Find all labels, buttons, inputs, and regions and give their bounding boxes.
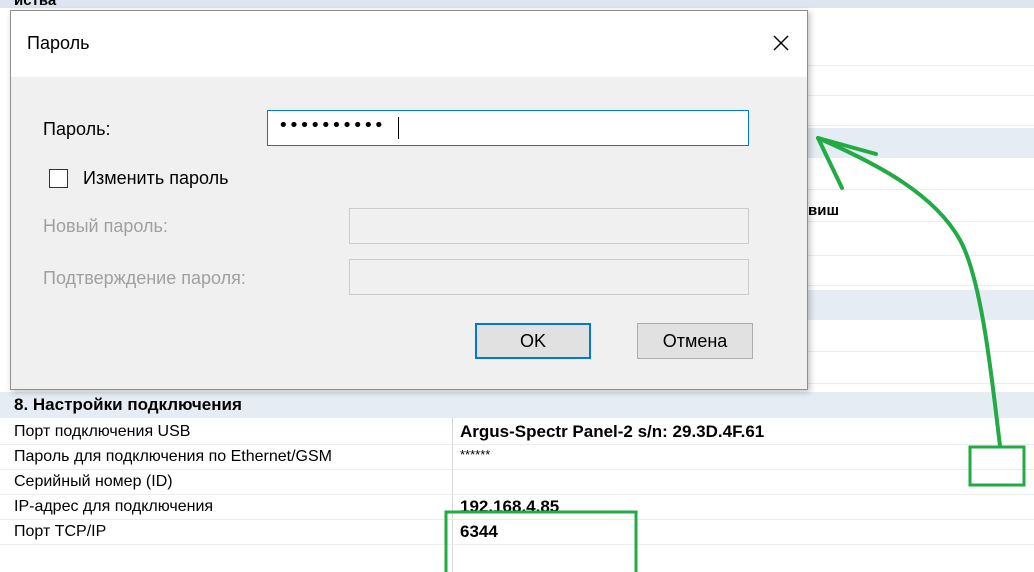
annotation-box-ip-port (444, 510, 638, 572)
annotation-overlay (444, 136, 1026, 572)
annotation-box-small (968, 445, 1026, 487)
annotation-arrow-icon (816, 136, 1002, 448)
